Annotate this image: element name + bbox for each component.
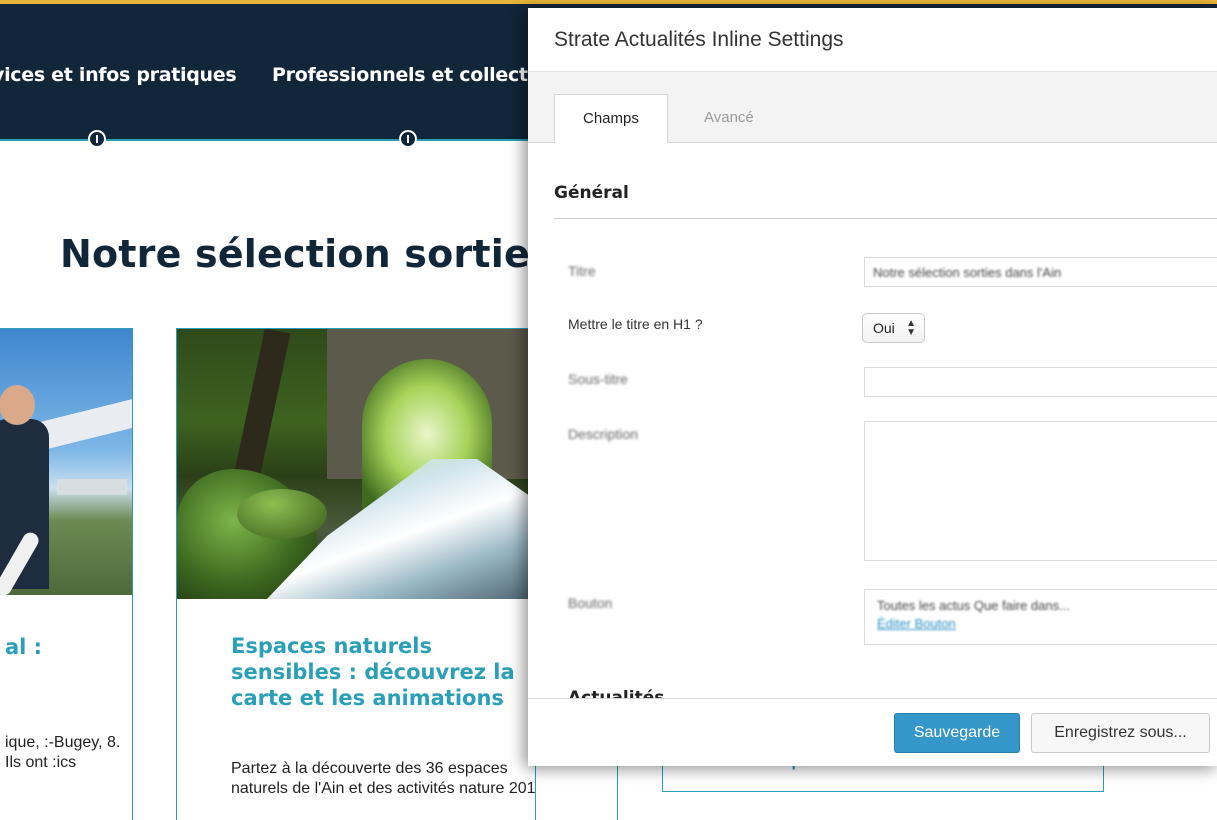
sous-titre-label: Sous-titre: [568, 371, 628, 387]
titre-input[interactable]: Notre sélection sorties dans l'Ain: [864, 257, 1217, 287]
bouton-value: Toutes les actus Que faire dans...: [877, 598, 1070, 613]
tab-champs[interactable]: Champs: [554, 94, 668, 144]
description-label: Description: [568, 426, 639, 442]
tab-bar: Champs Avancé: [528, 72, 1217, 144]
modal-title: Strate Actualités Inline Settings: [554, 28, 844, 51]
h1-select-value: Oui: [873, 320, 895, 336]
card-image-pilot: [0, 329, 132, 599]
section-divider: [554, 218, 1217, 219]
section-title: Notre sélection sorties: [60, 232, 553, 276]
settings-modal: Strate Actualités Inline Settings Champs…: [528, 8, 1217, 766]
info-icon[interactable]: [399, 130, 417, 148]
section-heading-actualites: Actualités: [568, 688, 665, 698]
sous-titre-input[interactable]: [864, 367, 1217, 397]
section-heading-general: Général: [554, 183, 629, 203]
description-textarea[interactable]: [864, 421, 1217, 561]
card-title[interactable]: Espaces naturels sensibles : découvrez l…: [231, 633, 535, 711]
modal-header: Strate Actualités Inline Settings: [528, 8, 1217, 72]
news-card[interactable]: Espaces naturels sensibles : découvrez l…: [176, 328, 536, 820]
bouton-field[interactable]: Toutes les actus Que faire dans... Édite…: [864, 589, 1217, 645]
nav-item-services[interactable]: vices et infos pratiques: [0, 64, 237, 86]
tab-avance[interactable]: Avancé: [676, 94, 782, 144]
card-text: ique, :-Bugey, 8. Ils ont :ics: [5, 734, 121, 771]
card-image-nature: [177, 329, 535, 599]
bouton-label: Bouton: [568, 595, 613, 611]
card-title[interactable]: al :: [5, 635, 42, 659]
info-icon[interactable]: [88, 130, 106, 148]
nav-underline: [0, 139, 528, 141]
modal-body[interactable]: Général Titre Notre sélection sorties da…: [528, 143, 1217, 698]
news-card[interactable]: al : ique, :-Bugey, 8. Ils ont :ics: [0, 328, 133, 820]
titre-value: Notre sélection sorties dans l'Ain: [873, 265, 1062, 280]
select-arrows-icon: ▲ ▼: [906, 318, 916, 338]
edit-bouton-link[interactable]: Éditer Bouton: [877, 616, 1211, 631]
h1-label: Mettre le titre en H1 ?: [568, 316, 703, 332]
modal-footer: Sauvegarde Enregistrez sous...: [528, 698, 1217, 766]
save-as-button[interactable]: Enregistrez sous...: [1031, 713, 1210, 753]
card-text: Partez à la découverte des 36 espaces na…: [231, 760, 536, 797]
h1-select[interactable]: Oui ▲ ▼: [862, 313, 925, 343]
titre-label: Titre: [568, 263, 596, 279]
save-button[interactable]: Sauvegarde: [894, 713, 1020, 753]
